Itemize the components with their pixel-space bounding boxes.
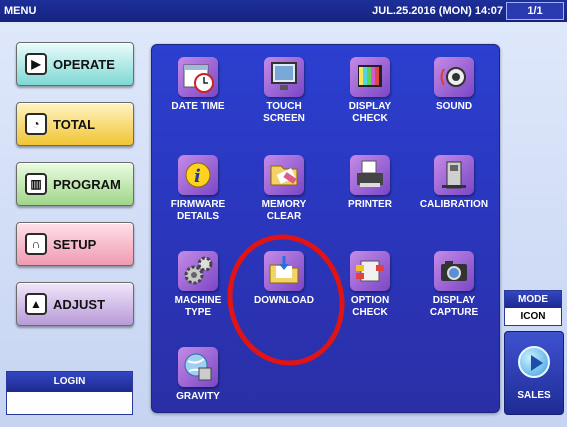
tile-label: FIRMWARE bbox=[170, 199, 226, 210]
clock-icon: ◔ bbox=[25, 113, 47, 135]
tile-label: SOUND bbox=[435, 101, 473, 112]
svg-text:i: i bbox=[194, 166, 201, 187]
operate-label: OPERATE bbox=[53, 56, 115, 72]
tile-label: GRAVITY bbox=[176, 391, 220, 402]
setup-label: SETUP bbox=[53, 236, 97, 252]
tile-label-line2: CAPTURE bbox=[429, 307, 479, 318]
printer-icon bbox=[350, 155, 390, 195]
camera-icon bbox=[434, 251, 474, 291]
tile-label: DISPLAY bbox=[348, 101, 392, 112]
tile-label: DOWNLOAD bbox=[254, 295, 314, 306]
tile-firmware-details[interactable]: i FIRMWARE DETAILS bbox=[154, 147, 242, 235]
tile-label: TOUCH bbox=[266, 101, 302, 112]
scale-icon: ▲ bbox=[25, 293, 47, 315]
menu-title: MENU bbox=[4, 5, 37, 17]
setup-button[interactable]: ∩ SETUP bbox=[16, 222, 134, 266]
tile-label: MACHINE bbox=[174, 295, 222, 306]
tile-option-check[interactable]: OPTION CHECK bbox=[326, 243, 414, 331]
adjust-button[interactable]: ▲ ADJUST bbox=[16, 282, 134, 326]
download-folder-icon bbox=[264, 251, 304, 291]
tile-display-check[interactable]: DISPLAY CHECK bbox=[326, 49, 414, 137]
calendar-clock-icon bbox=[178, 57, 218, 97]
title-bar: MENU JUL.25.2016 (MON) 14:07 1/1 bbox=[0, 0, 567, 22]
tile-label-line2: DETAILS bbox=[176, 211, 220, 222]
tile-label-line2: TYPE bbox=[184, 307, 212, 318]
tile-label: CALIBRATION bbox=[419, 199, 489, 210]
tile-printer[interactable]: PRINTER bbox=[326, 147, 414, 235]
date-time-display: JUL.25.2016 (MON) 14:07 bbox=[372, 5, 503, 17]
sales-label: SALES bbox=[517, 390, 551, 401]
login-box[interactable]: LOGIN bbox=[6, 371, 133, 415]
tile-label-line2: CHECK bbox=[352, 307, 388, 318]
tile-machine-type[interactable]: MACHINE TYPE bbox=[154, 243, 242, 331]
tile-label-line2: CLEAR bbox=[266, 211, 302, 222]
program-label: PROGRAM bbox=[53, 176, 121, 192]
sales-button[interactable]: SALES bbox=[504, 331, 564, 415]
play-circle-icon bbox=[518, 346, 550, 378]
tile-memory-clear[interactable]: MEMORY CLEAR bbox=[240, 147, 328, 235]
option-check-icon bbox=[350, 251, 390, 291]
total-label: TOTAL bbox=[53, 116, 96, 132]
main-screen: ▶ OPERATE ◔ TOTAL ▥ PROGRAM ∩ SETUP ▲ AD… bbox=[0, 22, 567, 427]
program-button[interactable]: ▥ PROGRAM bbox=[16, 162, 134, 206]
play-icon: ▶ bbox=[25, 53, 47, 75]
tile-download[interactable]: DOWNLOAD bbox=[240, 243, 328, 331]
tile-label: DISPLAY bbox=[432, 295, 476, 306]
mode-box[interactable]: MODE ICON bbox=[504, 290, 562, 326]
tile-label: MEMORY bbox=[261, 199, 307, 210]
tile-label-line2: CHECK bbox=[352, 113, 388, 124]
tile-sound[interactable]: SOUND bbox=[410, 49, 498, 137]
page-indicator: 1/1 bbox=[506, 2, 564, 20]
tile-calibration[interactable]: CALIBRATION bbox=[410, 147, 498, 235]
tile-label: PRINTER bbox=[348, 199, 392, 210]
speaker-icon bbox=[434, 57, 474, 97]
globe-gravity-icon bbox=[178, 347, 218, 387]
icon-panel: DATE TIME TOUCH SCREEN DISPLAY CHECK SOU… bbox=[151, 44, 500, 413]
mode-label: MODE bbox=[505, 291, 561, 308]
tile-date-time[interactable]: DATE TIME bbox=[154, 49, 242, 137]
total-button[interactable]: ◔ TOTAL bbox=[16, 102, 134, 146]
operate-button[interactable]: ▶ OPERATE bbox=[16, 42, 134, 86]
login-label: LOGIN bbox=[7, 372, 132, 392]
login-field[interactable] bbox=[7, 392, 132, 414]
info-icon: i bbox=[178, 155, 218, 195]
tile-label-line2: SCREEN bbox=[263, 113, 305, 124]
folder-eraser-icon bbox=[264, 155, 304, 195]
tile-label: OPTION bbox=[350, 295, 390, 306]
tile-label: DATE TIME bbox=[171, 101, 225, 112]
color-bars-icon bbox=[350, 57, 390, 97]
book-icon: ▥ bbox=[25, 173, 47, 195]
tile-display-capture[interactable]: DISPLAY CAPTURE bbox=[410, 243, 498, 331]
calibration-icon bbox=[434, 155, 474, 195]
magnet-icon: ∩ bbox=[25, 233, 47, 255]
adjust-label: ADJUST bbox=[53, 296, 106, 312]
gears-icon bbox=[178, 251, 218, 291]
monitor-icon bbox=[264, 57, 304, 97]
mode-value: ICON bbox=[505, 308, 561, 325]
tile-gravity[interactable]: GRAVITY bbox=[154, 339, 242, 427]
tile-touch-screen[interactable]: TOUCH SCREEN bbox=[240, 49, 328, 137]
